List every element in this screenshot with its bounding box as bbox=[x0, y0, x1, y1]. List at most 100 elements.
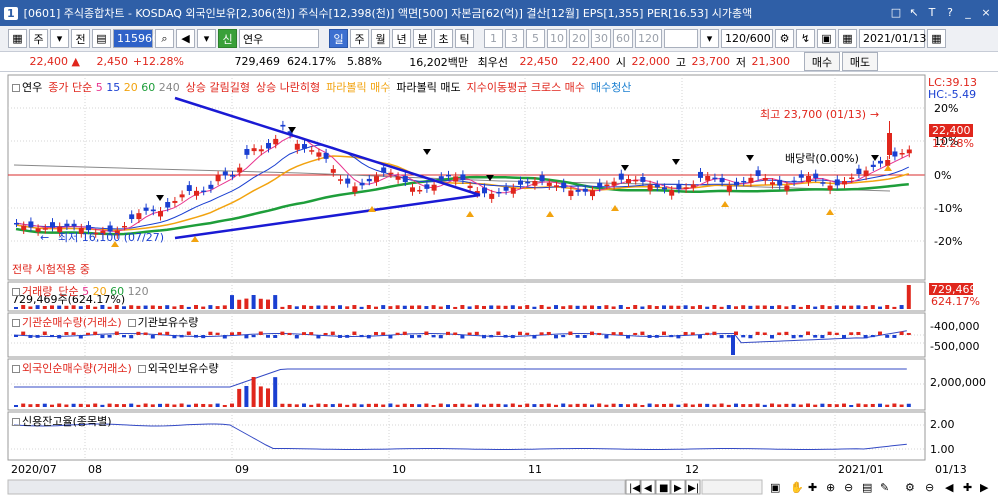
candle[interactable] bbox=[820, 182, 826, 184]
candle[interactable] bbox=[618, 173, 624, 180]
grid-settings-icon[interactable]: ▦ bbox=[838, 29, 857, 48]
candle[interactable] bbox=[172, 200, 178, 203]
candle[interactable] bbox=[611, 181, 617, 186]
candle[interactable] bbox=[842, 181, 847, 185]
candle[interactable] bbox=[194, 190, 199, 196]
candle[interactable] bbox=[150, 209, 156, 212]
scroll-controls[interactable]: |◀ ◀ ■ ▶ ▶| bbox=[625, 479, 701, 495]
scroll-left-small-icon[interactable]: ◀ bbox=[945, 481, 954, 494]
sell-button[interactable]: 매도 bbox=[842, 52, 878, 71]
candle[interactable] bbox=[323, 152, 329, 159]
restore-icon[interactable]: □ bbox=[888, 4, 904, 20]
period-second[interactable]: 초 bbox=[434, 29, 453, 48]
candle[interactable] bbox=[770, 182, 775, 185]
candle[interactable] bbox=[870, 164, 876, 167]
legend-signal-2[interactable]: 상승 나란히형 bbox=[256, 79, 320, 95]
candle[interactable] bbox=[676, 183, 682, 190]
candle[interactable] bbox=[539, 175, 545, 182]
market-select[interactable]: 주 bbox=[29, 29, 48, 48]
candle[interactable] bbox=[21, 225, 27, 230]
candle[interactable] bbox=[366, 178, 372, 182]
candle[interactable] bbox=[856, 168, 862, 174]
minimize-icon[interactable]: _ bbox=[960, 4, 976, 20]
period-minute[interactable]: 분 bbox=[413, 29, 432, 48]
candle[interactable] bbox=[453, 176, 459, 182]
candle[interactable] bbox=[582, 188, 588, 192]
candle[interactable] bbox=[554, 185, 559, 188]
text-icon[interactable]: T bbox=[924, 4, 940, 20]
scroll-right-small-icon[interactable]: ▶ bbox=[980, 481, 989, 494]
credit-panel-frame[interactable] bbox=[7, 411, 926, 461]
candle[interactable] bbox=[798, 174, 804, 178]
candle[interactable] bbox=[906, 149, 912, 154]
candle[interactable] bbox=[467, 185, 473, 189]
candle[interactable] bbox=[280, 124, 286, 127]
speaker-icon[interactable]: ◀ bbox=[176, 29, 195, 48]
candle[interactable] bbox=[460, 174, 466, 181]
scrollbar-track[interactable] bbox=[7, 479, 626, 495]
legend-stock[interactable]: 연우 bbox=[12, 79, 42, 95]
period-year[interactable]: 년 bbox=[392, 29, 411, 48]
candle[interactable] bbox=[165, 202, 171, 208]
candle[interactable] bbox=[878, 160, 883, 164]
candle[interactable] bbox=[431, 184, 437, 191]
close-icon[interactable]: × bbox=[978, 4, 994, 20]
candle[interactable] bbox=[215, 175, 221, 182]
legend-signal-5[interactable]: 지수이동평균 크로스 매수 bbox=[467, 79, 585, 95]
candle[interactable] bbox=[532, 180, 538, 186]
zoom-track[interactable] bbox=[701, 479, 763, 495]
candle[interactable] bbox=[129, 214, 135, 220]
candle[interactable] bbox=[273, 138, 279, 145]
candle[interactable] bbox=[302, 144, 307, 149]
candle[interactable] bbox=[518, 180, 523, 185]
candle[interactable] bbox=[417, 189, 423, 192]
custom-period-input[interactable] bbox=[664, 29, 698, 48]
candle[interactable] bbox=[849, 177, 855, 180]
candle[interactable] bbox=[712, 177, 718, 180]
crosshair-icon[interactable]: ✚ bbox=[808, 481, 817, 494]
candle[interactable] bbox=[698, 171, 703, 178]
candle[interactable] bbox=[230, 175, 235, 177]
chart-canvas[interactable]: 20%10%0%-10%-20% 22,400 12.28% LC:39.13 … bbox=[0, 73, 998, 504]
foreign-legend-1[interactable]: 외국인순매수량(거래소) bbox=[12, 360, 132, 376]
stock-name-field[interactable]: 연우 bbox=[239, 29, 319, 48]
candle[interactable] bbox=[158, 211, 163, 217]
legend-price-ma[interactable]: 종가 단순 5 15 20 60 240 bbox=[48, 79, 179, 95]
candle[interactable] bbox=[568, 190, 574, 197]
candle[interactable] bbox=[633, 179, 639, 182]
minute-3[interactable]: 3 bbox=[505, 29, 524, 48]
candle[interactable] bbox=[597, 182, 603, 188]
candle[interactable] bbox=[402, 176, 408, 183]
candle[interactable] bbox=[64, 223, 70, 226]
chart-area[interactable]: 20% 10% 0% -10% -20% 22,400 12.28% LC:39.13 … bbox=[0, 73, 998, 504]
candle[interactable] bbox=[806, 176, 811, 182]
candle[interactable] bbox=[683, 187, 689, 189]
minute-10[interactable]: 10 bbox=[547, 29, 567, 48]
minute-60[interactable]: 60 bbox=[613, 29, 633, 48]
candle[interactable] bbox=[438, 176, 444, 180]
candle[interactable] bbox=[503, 186, 509, 191]
candle[interactable] bbox=[741, 180, 747, 183]
candle[interactable] bbox=[143, 207, 149, 211]
candle[interactable] bbox=[590, 190, 595, 197]
period-day[interactable]: 일 bbox=[329, 29, 348, 48]
candle[interactable] bbox=[510, 187, 516, 194]
candle[interactable] bbox=[489, 193, 495, 199]
zoom-in-icon[interactable]: ⊕ bbox=[826, 481, 835, 494]
chevron-down-icon[interactable]: ▾ bbox=[50, 29, 69, 48]
period-tick[interactable]: 틱 bbox=[455, 29, 474, 48]
candle[interactable] bbox=[813, 173, 819, 179]
candle[interactable] bbox=[294, 143, 300, 150]
candle[interactable] bbox=[50, 222, 55, 228]
volume-legend-ma[interactable]: 단순 5 20 60 120 bbox=[58, 283, 148, 299]
volume-legend-label[interactable]: 거래량 bbox=[12, 283, 52, 299]
prev-button[interactable]: 전 bbox=[71, 29, 90, 48]
candle[interactable] bbox=[669, 190, 675, 196]
credit-legend-label[interactable]: 신용잔고율(종목별) bbox=[12, 413, 112, 429]
candle[interactable] bbox=[309, 150, 315, 152]
candle[interactable] bbox=[86, 225, 91, 231]
minute-20[interactable]: 20 bbox=[569, 29, 589, 48]
candle[interactable] bbox=[892, 151, 898, 157]
sync-icon[interactable]: ↯ bbox=[796, 29, 815, 48]
candle[interactable] bbox=[14, 223, 19, 225]
